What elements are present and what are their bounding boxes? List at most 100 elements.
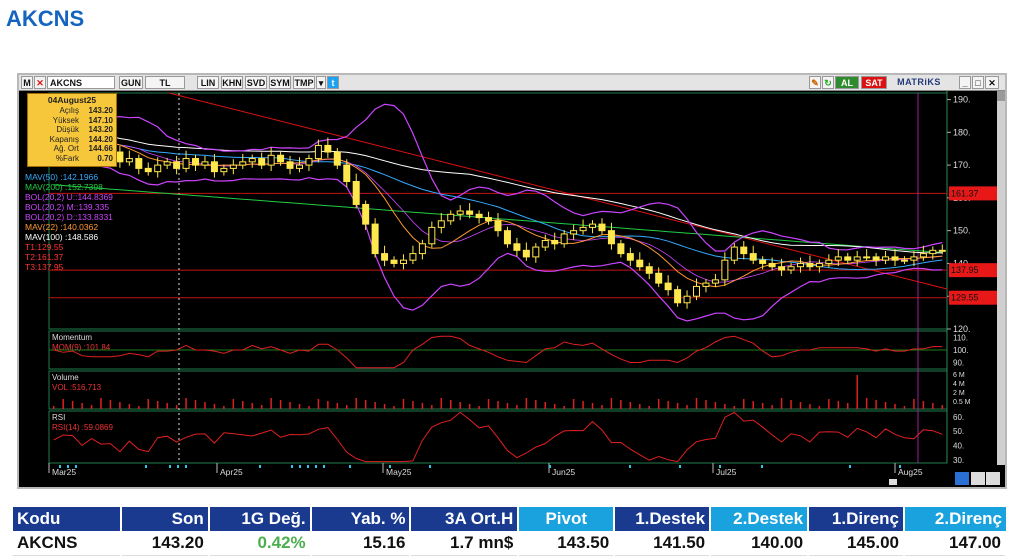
candle — [579, 226, 587, 232]
candle — [381, 253, 389, 261]
rsi-title: RSI — [52, 413, 65, 422]
close-icon[interactable]: ✕ — [985, 76, 999, 89]
candle — [305, 158, 313, 166]
candle — [674, 289, 682, 304]
info-row-close: Kapanış 144.20 — [49, 134, 113, 144]
candle — [636, 259, 644, 268]
volume-tick: 4 M — [953, 381, 965, 388]
candle — [815, 262, 823, 268]
twitter-icon[interactable]: t — [327, 76, 339, 89]
panel-border-0 — [48, 92, 948, 330]
candle — [248, 158, 256, 163]
candle — [352, 181, 360, 205]
y-tick-label: 190. — [953, 95, 971, 105]
candle — [220, 167, 228, 173]
candle — [466, 210, 474, 215]
event-marker — [849, 465, 851, 468]
x-tick-label: Jul25 — [716, 467, 737, 477]
candle — [910, 256, 918, 261]
scroll-right-arrow — [986, 472, 1000, 485]
volume-tick: 2 M — [953, 390, 965, 397]
table-row[interactable]: AKCNS 143.20 0.42% 15.16 1.7 mn$ 143.50 … — [13, 531, 1007, 556]
cell-resistance2: 147.00 — [904, 531, 1007, 556]
candle — [626, 253, 634, 261]
menu-m-button[interactable]: M — [21, 76, 33, 89]
price-info-box: 04August25 Açılış 143.20 Yüksek 147.10 Düş… — [27, 93, 117, 167]
toolbar-button-khn[interactable]: KHN — [221, 76, 243, 89]
toolbar-button-tl[interactable]: TL — [145, 76, 185, 89]
x-tick-label: Apr25 — [220, 467, 243, 477]
candle — [598, 223, 606, 232]
candle — [192, 158, 200, 166]
header-resistance1: 1.Direnç — [808, 507, 906, 531]
chart-window[interactable]: M ✕ AKCNS GUN TL LIN KHN SVD SYM TMP ▾ t… — [17, 73, 1007, 489]
event-marker — [719, 465, 721, 468]
candle — [324, 144, 332, 153]
legend-t3: T3:137.95 — [25, 262, 64, 272]
legend-mav200: MAV(200) :152.7398 — [25, 182, 103, 192]
candle — [277, 154, 285, 163]
candle — [182, 158, 190, 169]
scroll-up-arrow — [997, 91, 1005, 101]
header-son: Son — [120, 507, 210, 531]
candle — [919, 253, 927, 258]
h-scroll-thumb — [889, 479, 897, 485]
maximize-icon[interactable]: □ — [972, 76, 984, 89]
chart-toolbar: M ✕ AKCNS GUN TL LIN KHN SVD SYM TMP ▾ t… — [19, 75, 1005, 91]
candle — [655, 272, 663, 284]
symbol-field[interactable]: AKCNS — [47, 76, 115, 89]
info-date: 04August25 — [47, 95, 97, 105]
toolbar-button-svd[interactable]: SVD — [245, 76, 267, 89]
toolbar-button-gun[interactable]: GUN — [119, 76, 143, 89]
candle — [447, 213, 455, 222]
rsi-tick: 40. — [953, 442, 964, 451]
candle — [853, 256, 861, 261]
candle — [286, 161, 294, 169]
trend-line — [168, 92, 948, 290]
scroll-left-arrow — [971, 472, 985, 485]
chart-canvas[interactable]: 190.180.170.160.150.140.130.120.161.3713… — [19, 91, 1005, 487]
candle — [749, 253, 757, 261]
candle — [740, 246, 748, 255]
candle — [645, 266, 653, 274]
buy-button[interactable]: AL — [835, 76, 859, 89]
indicator-legend: MAV(50) :142.1966 MAV(200) :152.7398 BOL… — [25, 172, 113, 272]
tools-icon[interactable]: ✎ — [809, 76, 821, 89]
candle — [702, 282, 710, 287]
sync-icon — [955, 472, 969, 485]
toolbar-button-lin[interactable]: LIN — [197, 76, 219, 89]
cell-pivot: 143.50 — [518, 531, 616, 556]
candle — [730, 246, 738, 261]
candle — [513, 243, 521, 251]
toolbar-button-tmp[interactable]: TMP — [293, 76, 315, 89]
refresh-icon[interactable]: ↻ — [822, 76, 834, 89]
summary-table: Kodu Son 1G Değ. Yab. % 3A Ort.H Pivot 1… — [13, 507, 1007, 556]
candle — [768, 262, 776, 268]
sell-button[interactable]: SAT — [861, 76, 887, 89]
candle — [834, 256, 842, 261]
candle — [759, 259, 767, 264]
candle — [806, 262, 814, 268]
chart-type-icon[interactable]: ✕ — [34, 76, 46, 89]
momentum-series — [53, 335, 943, 369]
toolbar-button-sym[interactable]: SYM — [269, 76, 291, 89]
candle — [475, 213, 483, 219]
volume-title: Volume — [52, 373, 79, 382]
legend-t2: T2:161.37 — [25, 252, 64, 262]
header-support2: 2.Destek — [710, 507, 810, 531]
candle — [333, 151, 341, 166]
dropdown-arrow-icon[interactable]: ▾ — [316, 76, 326, 89]
candle — [607, 230, 615, 245]
candle — [522, 249, 530, 258]
candle — [314, 144, 322, 160]
event-marker — [761, 465, 763, 468]
candle — [390, 259, 398, 264]
matriks-logo: MATRiKS — [893, 76, 945, 89]
minimize-icon[interactable]: _ — [959, 76, 971, 89]
event-marker — [177, 465, 179, 468]
candle — [711, 279, 719, 284]
candle — [229, 164, 237, 169]
candle — [787, 266, 795, 271]
rsi-series — [53, 411, 943, 463]
candle — [882, 256, 890, 261]
